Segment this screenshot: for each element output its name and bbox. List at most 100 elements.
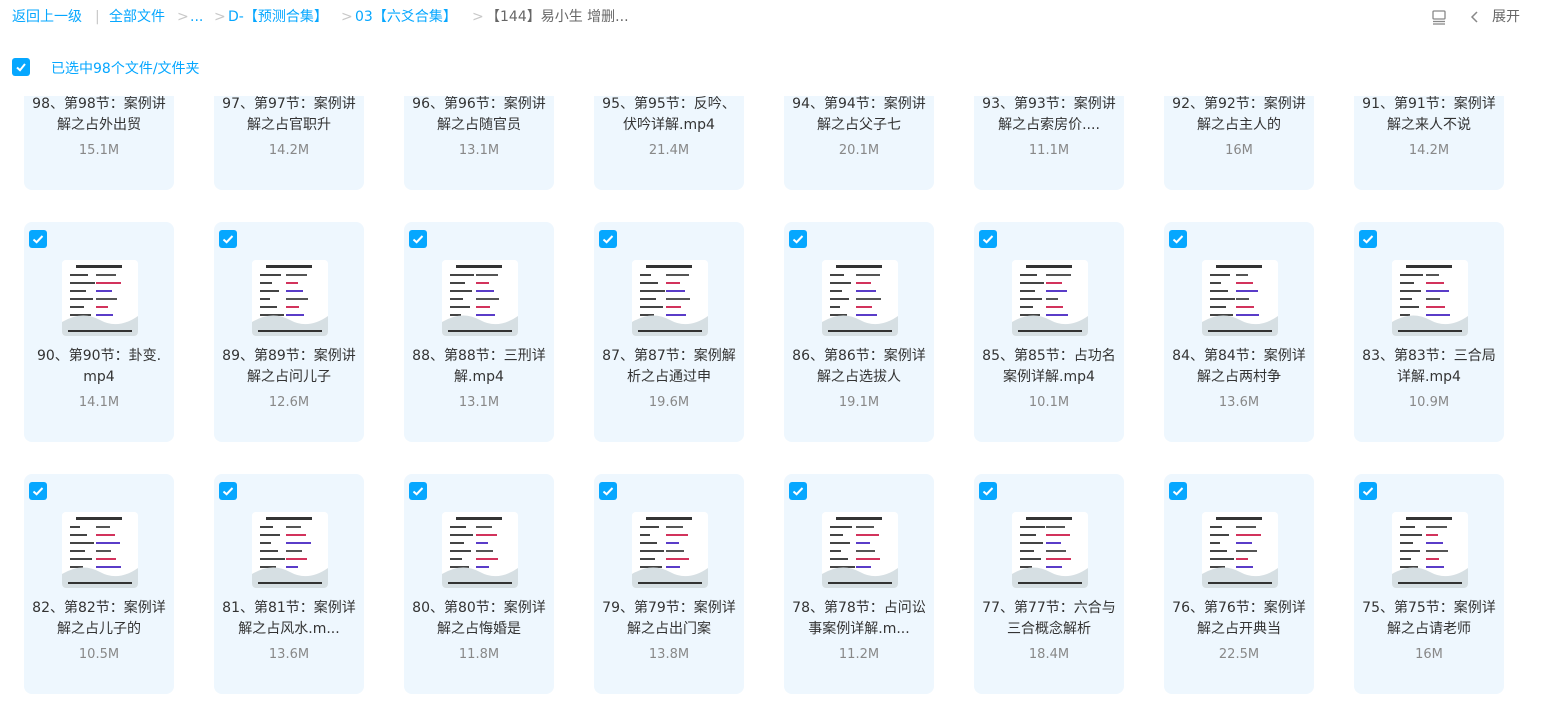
file-card[interactable]: 78、第78节：占问讼事案例详解.m... 11.2M bbox=[784, 474, 934, 694]
breadcrumb-folder-predict[interactable]: D-【预测合集】 bbox=[228, 8, 328, 26]
selection-count: 已选中98个文件/文件夹 bbox=[51, 61, 200, 77]
list-view-icon[interactable] bbox=[1430, 8, 1448, 26]
video-thumbnail bbox=[822, 512, 898, 588]
file-size: 22.5M bbox=[1218, 647, 1260, 662]
file-card[interactable]: 91、第91节：案例详解之来人不说 14.2M bbox=[1354, 96, 1504, 190]
file-card[interactable]: 89、第89节：案例讲解之占问儿子 12.6M bbox=[214, 222, 364, 442]
file-card[interactable]: 97、第97节：案例讲解之占官职升 14.2M bbox=[214, 96, 364, 190]
file-checkbox[interactable] bbox=[1169, 230, 1187, 248]
file-name[interactable]: 82、第82节：案例详解之占儿子的 bbox=[32, 598, 166, 640]
video-thumbnail bbox=[62, 260, 138, 336]
breadcrumb-separator-icon: > bbox=[214, 9, 226, 25]
file-card[interactable]: 79、第79节：案例详解之占出门案 13.8M bbox=[594, 474, 744, 694]
file-name[interactable]: 84、第84节：案例详解之占两村争 bbox=[1172, 346, 1306, 388]
file-card[interactable]: 86、第86节：案例详解之占选拔人 19.1M bbox=[784, 222, 934, 442]
file-size: 19.1M bbox=[838, 395, 880, 410]
video-thumbnail bbox=[1392, 260, 1468, 336]
file-size: 13.6M bbox=[1218, 395, 1260, 410]
file-card[interactable]: 88、第88节：三刑详解.mp4 13.1M bbox=[404, 222, 554, 442]
file-name[interactable]: 80、第80节：案例详解之占悔婚是 bbox=[412, 598, 546, 640]
file-size: 16M bbox=[1415, 647, 1443, 662]
file-checkbox[interactable] bbox=[409, 482, 427, 500]
file-card[interactable]: 90、第90节：卦变.mp4 14.1M bbox=[24, 222, 174, 442]
file-name[interactable]: 97、第97节：案例讲解之占官职升 bbox=[222, 96, 356, 136]
file-checkbox[interactable] bbox=[599, 482, 617, 500]
back-link[interactable]: 返回上一级 bbox=[12, 8, 82, 26]
video-thumbnail bbox=[822, 260, 898, 336]
file-card[interactable]: 76、第76节：案例详解之占开典当 22.5M bbox=[1164, 474, 1314, 694]
file-name[interactable]: 85、第85节：占功名案例详解.mp4 bbox=[982, 346, 1116, 388]
file-card[interactable]: 81、第81节：案例详解之占风水.m... 13.6M bbox=[214, 474, 364, 694]
file-checkbox[interactable] bbox=[1169, 482, 1187, 500]
file-checkbox[interactable] bbox=[1359, 482, 1377, 500]
file-checkbox[interactable] bbox=[29, 482, 47, 500]
breadcrumb-all-files[interactable]: 全部文件 bbox=[109, 8, 165, 26]
file-name[interactable]: 92、第92节：案例讲解之占主人的 bbox=[1172, 96, 1306, 136]
file-checkbox[interactable] bbox=[29, 230, 47, 248]
file-size: 18.4M bbox=[1028, 647, 1070, 662]
file-name[interactable]: 87、第87节：案例解析之占通过申 bbox=[602, 346, 736, 388]
file-name[interactable]: 78、第78节：占问讼事案例详解.m... bbox=[792, 598, 926, 640]
file-size: 14.2M bbox=[268, 143, 310, 158]
file-size: 15.1M bbox=[78, 143, 120, 158]
file-name[interactable]: 83、第83节：三合局详解.mp4 bbox=[1362, 346, 1496, 388]
file-size: 13.8M bbox=[648, 647, 690, 662]
file-card[interactable]: 75、第75节：案例详解之占请老师 16M bbox=[1354, 474, 1504, 694]
file-name[interactable]: 76、第76节：案例详解之占开典当 bbox=[1172, 598, 1306, 640]
file-size: 12.6M bbox=[268, 395, 310, 410]
file-name[interactable]: 86、第86节：案例详解之占选拔人 bbox=[792, 346, 926, 388]
video-thumbnail bbox=[1202, 260, 1278, 336]
file-checkbox[interactable] bbox=[789, 482, 807, 500]
file-card[interactable]: 93、第93节：案例讲解之占索房价.... 11.1M bbox=[974, 96, 1124, 190]
file-name[interactable]: 90、第90节：卦变.mp4 bbox=[32, 346, 166, 388]
file-name[interactable]: 79、第79节：案例详解之占出门案 bbox=[602, 598, 736, 640]
file-card[interactable]: 82、第82节：案例详解之占儿子的 10.5M bbox=[24, 474, 174, 694]
file-checkbox[interactable] bbox=[409, 230, 427, 248]
breadcrumb-separator-icon: > bbox=[177, 9, 189, 25]
file-checkbox[interactable] bbox=[979, 230, 997, 248]
file-name[interactable]: 75、第75节：案例详解之占请老师 bbox=[1362, 598, 1496, 640]
file-card[interactable]: 80、第80节：案例详解之占悔婚是 11.8M bbox=[404, 474, 554, 694]
file-checkbox[interactable] bbox=[599, 230, 617, 248]
file-name[interactable]: 96、第96节：案例讲解之占随官员 bbox=[412, 96, 546, 136]
file-card[interactable]: 84、第84节：案例详解之占两村争 13.6M bbox=[1164, 222, 1314, 442]
file-card[interactable]: 87、第87节：案例解析之占通过申 19.6M bbox=[594, 222, 744, 442]
file-card[interactable]: 83、第83节：三合局详解.mp4 10.9M bbox=[1354, 222, 1504, 442]
file-name[interactable]: 77、第77节：六合与三合概念解析 bbox=[982, 598, 1116, 640]
chevron-left-icon[interactable] bbox=[1466, 8, 1484, 26]
video-thumbnail bbox=[252, 260, 328, 336]
file-name[interactable]: 94、第94节：案例讲解之占父子七 bbox=[792, 96, 926, 136]
file-size: 10.1M bbox=[1028, 395, 1070, 410]
file-card[interactable]: 92、第92节：案例讲解之占主人的 16M bbox=[1164, 96, 1314, 190]
video-thumbnail bbox=[632, 260, 708, 336]
file-card[interactable]: 96、第96节：案例讲解之占随官员 13.1M bbox=[404, 96, 554, 190]
file-grid-viewport[interactable]: 98、第98节：案例讲解之占外出贸 15.1M 97、第97节：案例讲解之占官职升 1… bbox=[0, 96, 1560, 727]
video-thumbnail bbox=[62, 512, 138, 588]
expand-button[interactable]: 展开 bbox=[1492, 8, 1520, 26]
file-card[interactable]: 85、第85节：占功名案例详解.mp4 10.1M bbox=[974, 222, 1124, 442]
file-card[interactable]: 94、第94节：案例讲解之占父子七 20.1M bbox=[784, 96, 934, 190]
breadcrumb-separator-icon: > bbox=[472, 9, 484, 25]
file-checkbox[interactable] bbox=[789, 230, 807, 248]
file-name[interactable]: 91、第91节：案例详解之来人不说 bbox=[1362, 96, 1496, 136]
file-card[interactable]: 98、第98节：案例讲解之占外出贸 15.1M bbox=[24, 96, 174, 190]
file-name[interactable]: 95、第95节：反吟、伏吟详解.mp4 bbox=[602, 96, 736, 136]
file-name[interactable]: 98、第98节：案例讲解之占外出贸 bbox=[32, 96, 166, 136]
breadcrumb-folder-liuyao[interactable]: 03【六爻合集】 bbox=[355, 8, 457, 26]
file-name[interactable]: 88、第88节：三刑详解.mp4 bbox=[412, 346, 546, 388]
file-card[interactable]: 77、第77节：六合与三合概念解析 18.4M bbox=[974, 474, 1124, 694]
breadcrumb-ellipsis[interactable]: ... bbox=[190, 8, 203, 26]
file-card[interactable]: 95、第95节：反吟、伏吟详解.mp4 21.4M bbox=[594, 96, 744, 190]
file-checkbox[interactable] bbox=[1359, 230, 1377, 248]
file-checkbox[interactable] bbox=[219, 482, 237, 500]
breadcrumb-separator-icon: > bbox=[341, 9, 353, 25]
file-size: 16M bbox=[1225, 143, 1253, 158]
file-name[interactable]: 93、第93节：案例讲解之占索房价.... bbox=[982, 96, 1116, 136]
file-checkbox[interactable] bbox=[979, 482, 997, 500]
video-thumbnail bbox=[252, 512, 328, 588]
file-name[interactable]: 89、第89节：案例讲解之占问儿子 bbox=[222, 346, 356, 388]
file-checkbox[interactable] bbox=[219, 230, 237, 248]
file-size: 13.1M bbox=[458, 143, 500, 158]
file-name[interactable]: 81、第81节：案例详解之占风水.m... bbox=[222, 598, 356, 640]
select-all-checkbox[interactable] bbox=[12, 58, 30, 76]
